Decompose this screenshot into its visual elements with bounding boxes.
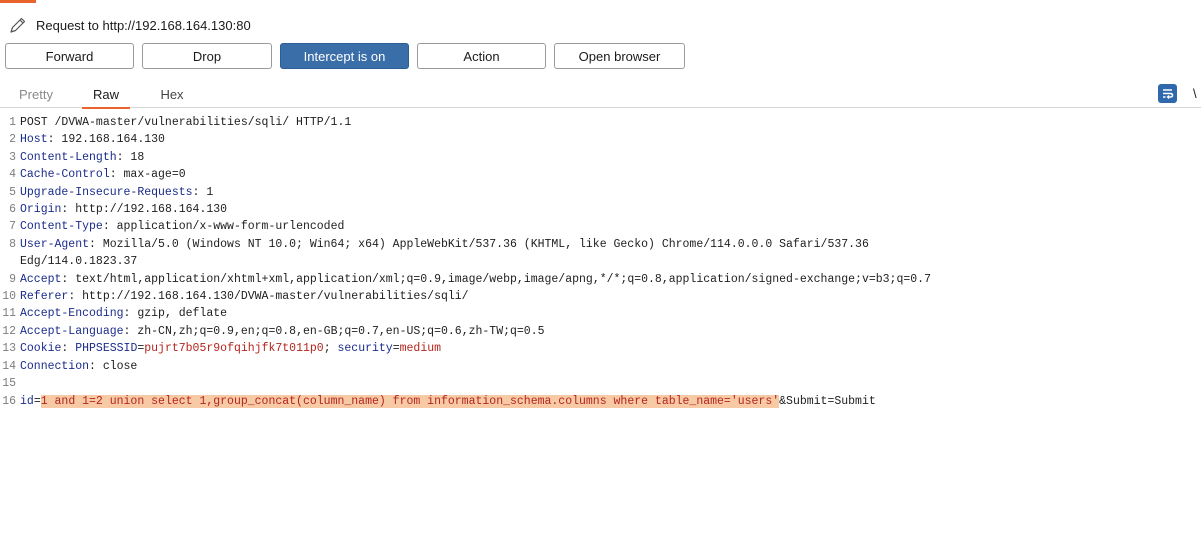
editor-line: 11 Accept-Encoding: gzip, deflate [0, 305, 1201, 322]
tab-raw[interactable]: Raw [80, 80, 132, 109]
body-rest: &Submit=Submit [779, 394, 876, 408]
active-tab-accent [0, 0, 36, 3]
editor-line: 2 Host: 192.168.164.130 [0, 131, 1201, 148]
forward-button[interactable]: Forward [5, 43, 134, 69]
editor-line: 16 id=1 and 1=2 union select 1,group_con… [0, 393, 1201, 410]
message-view-tabs: Pretty Raw Hex \ [0, 80, 1201, 109]
header-value: 192.168.164.130 [54, 133, 165, 147]
header-value: text/html,application/xhtml+xml,applicat… [68, 272, 931, 286]
editor-line: 4 Cache-Control: max-age=0 [0, 166, 1201, 183]
line-number: 12 [2, 324, 16, 338]
line-number: 14 [2, 359, 16, 373]
header-name: Accept-Language [20, 324, 124, 338]
request-header: Request to http://192.168.164.130:80 [8, 14, 251, 36]
header-value: http://192.168.164.130/DVWA-master/vulne… [75, 290, 469, 304]
line-number: 10 [2, 290, 16, 304]
line-number: 8 [9, 237, 16, 251]
line-number: 3 [9, 150, 16, 164]
header-value: Mozilla/5.0 (Windows NT 10.0; Win64; x64… [95, 237, 869, 251]
header-value: 18 [123, 150, 145, 164]
request-line: POST /DVWA-master/vulnerabilities/sqli/ … [20, 116, 352, 129]
header-name: Content-Type [20, 220, 103, 234]
wrap-lines-icon[interactable] [1158, 84, 1177, 103]
highlighted-payload: 1 and 1=2 union select 1,group_concat(co… [40, 394, 780, 408]
request-title: Request to http://192.168.164.130:80 [36, 17, 251, 33]
editor-line: 7 Content-Type: application/x-www-form-u… [0, 218, 1201, 235]
line-number: 4 [9, 168, 16, 182]
cookie-value: medium [399, 342, 442, 356]
truncated-label: \ [1193, 86, 1197, 101]
line-number: 7 [9, 220, 16, 234]
header-name: Host [20, 133, 48, 147]
header-value: application/x-www-form-urlencoded [109, 220, 345, 234]
header-name: Cache-Control [20, 168, 110, 182]
open-browser-button[interactable]: Open browser [554, 43, 685, 69]
header-name: Accept-Encoding [20, 307, 124, 321]
header-name: Referer [20, 290, 69, 304]
editor-line: 13 Cookie: PHPSESSID=pujrt7b05r9ofqihjfk… [0, 340, 1201, 357]
header-name: Content-Length [20, 150, 117, 164]
header-value-continuation: Edg/114.0.1823.37 [20, 255, 138, 269]
header-value: 1 [199, 185, 214, 199]
cookie-name: PHPSESSID [68, 342, 138, 356]
tab-pretty[interactable]: Pretty [10, 80, 62, 108]
line-number: 15 [2, 377, 16, 391]
line-number: 2 [9, 133, 16, 147]
tab-hex[interactable]: Hex [150, 80, 194, 108]
header-name: Accept [20, 272, 62, 286]
line-number: 6 [9, 203, 16, 217]
intercept-toolbar: Forward Drop Intercept is on Action Open… [5, 43, 693, 70]
editor-line: 12 Accept-Language: zh-CN,zh;q=0.9,en;q=… [0, 323, 1201, 340]
editor-line: 8 User-Agent: Mozilla/5.0 (Windows NT 10… [0, 236, 1201, 253]
body-param-name: id [20, 394, 34, 408]
cookie-name: security [337, 342, 393, 356]
editor-line: 15 [0, 375, 1201, 392]
editor-line: 6 Origin: http://192.168.164.130 [0, 201, 1201, 218]
header-name: Upgrade-Insecure-Requests [20, 185, 193, 199]
header-value: close [95, 359, 138, 373]
editor-line: 14 Connection: close [0, 358, 1201, 375]
header-value: http://192.168.164.130 [68, 203, 228, 217]
pencil-icon[interactable] [8, 15, 28, 35]
header-name: Connection [20, 359, 90, 373]
line-number: 1 [9, 116, 16, 129]
cookie-value: pujrt7b05r9ofqihjfk7t011p0 [144, 342, 324, 356]
intercept-toggle-button[interactable]: Intercept is on [280, 43, 409, 69]
editor-line: 10 Referer: http://192.168.164.130/DVWA-… [0, 288, 1201, 305]
header-value: gzip, deflate [130, 307, 228, 321]
editor-line: 1 POST /DVWA-master/vulnerabilities/sqli… [0, 114, 1201, 131]
line-number: 9 [9, 272, 16, 286]
editor-line: 3 Content-Length: 18 [0, 149, 1201, 166]
editor-line: 5 Upgrade-Insecure-Requests: 1 [0, 184, 1201, 201]
line-number: 5 [9, 185, 16, 199]
header-value: zh-CN,zh;q=0.9,en;q=0.8,en-GB;q=0.7,en-U… [130, 324, 545, 338]
editor-line-continuation: Edg/114.0.1823.37 [0, 253, 1201, 270]
drop-button[interactable]: Drop [142, 43, 272, 69]
line-number: 16 [2, 394, 16, 408]
header-value: max-age=0 [116, 168, 186, 182]
editor-line: 9 Accept: text/html,application/xhtml+xm… [0, 271, 1201, 288]
action-button[interactable]: Action [417, 43, 546, 69]
header-name: Origin [20, 203, 62, 217]
raw-request-editor[interactable]: 1 POST /DVWA-master/vulnerabilities/sqli… [0, 114, 1201, 410]
header-name: Cookie [20, 342, 62, 356]
header-name: User-Agent [20, 237, 90, 251]
line-number: 13 [2, 342, 16, 356]
line-number: 11 [2, 307, 16, 321]
